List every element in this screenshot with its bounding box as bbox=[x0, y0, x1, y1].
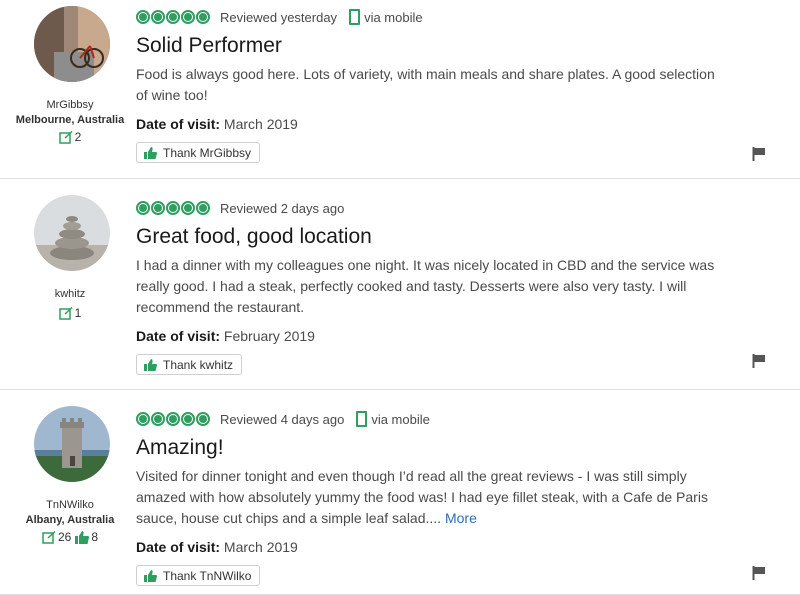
reviewer-info: kwhitz 1 bbox=[0, 179, 140, 320]
visit-label: Date of visit: bbox=[136, 328, 221, 344]
visit-label: Date of visit: bbox=[136, 539, 221, 555]
more-link[interactable]: More bbox=[445, 510, 477, 526]
rating-bubble-icon bbox=[136, 10, 150, 24]
avatar-image bbox=[34, 406, 110, 482]
reviewer-location: Melbourne, Australia bbox=[15, 114, 125, 126]
avatar[interactable] bbox=[34, 406, 110, 482]
review-title[interactable]: Great food, good location bbox=[136, 225, 770, 251]
contribution-count: 26 bbox=[57, 530, 72, 544]
visit-value: February 2019 bbox=[223, 328, 315, 344]
review-content: Reviewed yesterday via mobile Solid Perf… bbox=[136, 0, 770, 164]
review-title[interactable]: Solid Performer bbox=[136, 34, 770, 60]
review-body: I had a dinner with my colleagues one ni… bbox=[136, 257, 715, 315]
contribution-count: 2 bbox=[74, 130, 82, 144]
thank-button[interactable]: Thank TnNWilko bbox=[136, 565, 261, 586]
reviewer-name[interactable]: TnNWilko bbox=[0, 499, 140, 511]
rating-bubble-icon bbox=[151, 412, 165, 426]
rating-bubble-icon bbox=[181, 201, 195, 215]
flag-icon[interactable] bbox=[752, 147, 766, 161]
thank-label: Thank TnNWilko bbox=[163, 568, 252, 583]
mobile-phone-icon bbox=[356, 411, 368, 427]
review-body-text: Visited for dinner tonight and even thou… bbox=[136, 468, 708, 526]
reviewer-stats: 2 bbox=[0, 130, 140, 144]
date-of-visit: Date of visit: February 2019 bbox=[136, 328, 770, 344]
rating-bubble-icon bbox=[136, 201, 150, 215]
via-label: via mobile bbox=[364, 9, 423, 25]
flag-icon[interactable] bbox=[752, 566, 766, 580]
reviewer-info: TnNWilko Albany, Australia 26 8 bbox=[0, 390, 140, 544]
flag-icon[interactable] bbox=[752, 354, 766, 368]
review-card: MrGibbsy Melbourne, Australia 2 Reviewed… bbox=[0, 0, 800, 179]
review-date: Reviewed yesterday bbox=[220, 9, 338, 25]
thank-label: Thank MrGibbsy bbox=[163, 145, 252, 160]
helpful-vote-count: 8 bbox=[91, 530, 99, 544]
review-date: Reviewed 4 days ago bbox=[220, 411, 345, 427]
rating-bubble-icon bbox=[166, 201, 180, 215]
review-title[interactable]: Amazing! bbox=[136, 436, 770, 462]
edit-icon bbox=[58, 306, 73, 320]
review-body: Food is always good here. Lots of variet… bbox=[136, 66, 715, 103]
thumbs-up-icon bbox=[144, 146, 157, 159]
edit-icon bbox=[58, 130, 73, 144]
rating-bubble-icon bbox=[196, 10, 210, 24]
reviewer-stats: 26 8 bbox=[0, 530, 140, 544]
review-date: Reviewed 2 days ago bbox=[220, 200, 345, 216]
rating-bubble-icon bbox=[136, 412, 150, 426]
reviewer-location: Albany, Australia bbox=[25, 514, 115, 526]
via-label: via mobile bbox=[371, 411, 430, 427]
thank-label: Thank kwhitz bbox=[163, 357, 234, 372]
contribution-count: 1 bbox=[74, 306, 82, 320]
avatar-image bbox=[34, 6, 110, 82]
thumbs-up-icon bbox=[75, 530, 90, 544]
rating-bubble-icon bbox=[166, 10, 180, 24]
rating-bubble-icon bbox=[196, 412, 210, 426]
rating-bubble-icon bbox=[151, 201, 165, 215]
mobile-phone-icon bbox=[349, 9, 361, 25]
reviewer-name[interactable]: kwhitz bbox=[0, 288, 140, 300]
review-content: Reviewed 4 days ago via mobile Amazing! … bbox=[136, 402, 770, 587]
rating-bubble-icon bbox=[181, 412, 195, 426]
thank-button[interactable]: Thank kwhitz bbox=[136, 354, 243, 375]
avatar-image bbox=[34, 195, 110, 271]
avatar[interactable] bbox=[34, 6, 110, 82]
review-body: Visited for dinner tonight and even thou… bbox=[136, 466, 716, 529]
rating-bubble-icon bbox=[181, 10, 195, 24]
avatar[interactable] bbox=[34, 195, 110, 271]
visit-value: March 2019 bbox=[223, 116, 298, 132]
visit-value: March 2019 bbox=[223, 539, 298, 555]
rating-bubble-icon bbox=[151, 10, 165, 24]
edit-icon bbox=[42, 530, 56, 544]
date-of-visit: Date of visit: March 2019 bbox=[136, 539, 770, 555]
review-content: Reviewed 2 days ago Great food, good loc… bbox=[136, 191, 770, 376]
rating-bubbles bbox=[136, 201, 210, 215]
via-mobile: via mobile bbox=[349, 9, 423, 25]
rating-bubble-icon bbox=[166, 412, 180, 426]
reviewer-stats: 1 bbox=[0, 306, 140, 320]
reviewer-name[interactable]: MrGibbsy bbox=[0, 99, 140, 111]
rating-bubbles bbox=[136, 10, 210, 24]
rating-bubbles bbox=[136, 412, 210, 426]
thumbs-up-icon bbox=[144, 358, 157, 371]
rating-bubble-icon bbox=[196, 201, 210, 215]
date-of-visit: Date of visit: March 2019 bbox=[136, 116, 770, 132]
via-mobile: via mobile bbox=[356, 411, 430, 427]
review-card: kwhitz 1 Reviewed 2 days ago Great food,… bbox=[0, 179, 800, 390]
visit-label: Date of visit: bbox=[136, 116, 221, 132]
reviewer-info: MrGibbsy Melbourne, Australia 2 bbox=[0, 0, 140, 144]
thumbs-up-icon bbox=[144, 569, 157, 582]
thank-button[interactable]: Thank MrGibbsy bbox=[136, 142, 261, 163]
review-card: TnNWilko Albany, Australia 26 8 Reviewed… bbox=[0, 390, 800, 595]
